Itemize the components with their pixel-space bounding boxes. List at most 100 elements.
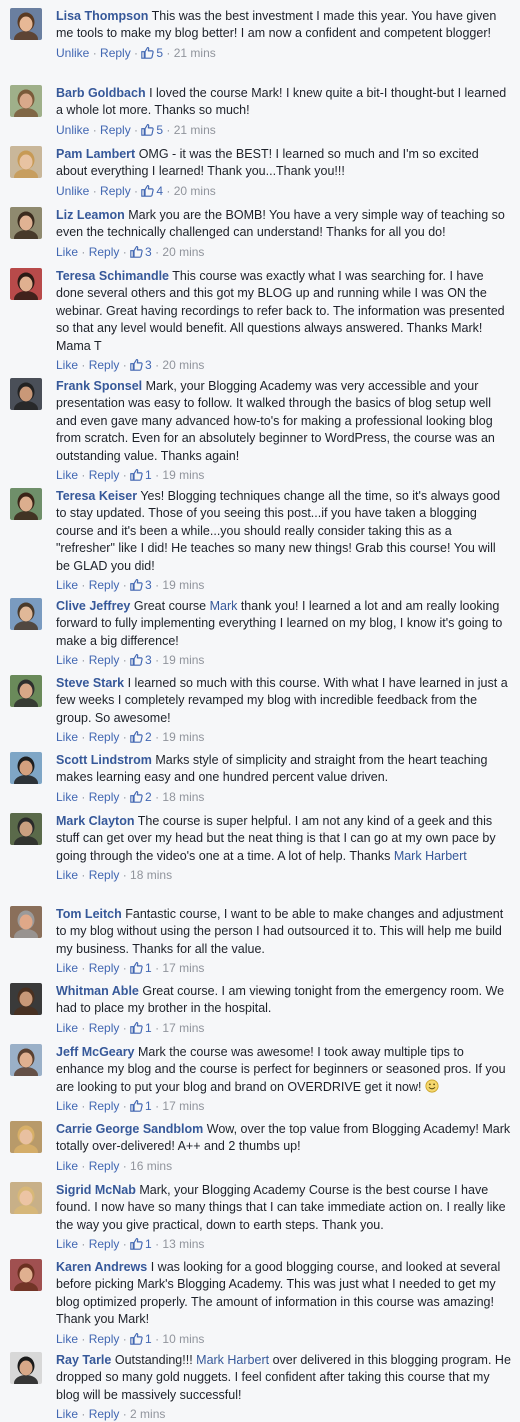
comment-author[interactable]: Tom Leitch — [56, 907, 122, 921]
avatar[interactable] — [10, 488, 42, 520]
avatar[interactable] — [10, 85, 42, 117]
like-button[interactable]: Like — [56, 1237, 78, 1251]
mention-link[interactable]: Mark Harbert — [394, 849, 467, 863]
like-button[interactable]: Like — [56, 730, 78, 744]
comment-author[interactable]: Jeff McGeary — [56, 1045, 135, 1059]
avatar[interactable] — [10, 1182, 42, 1214]
comment-timestamp[interactable]: 19 mins — [162, 468, 204, 482]
mention-link[interactable]: Mark — [210, 599, 238, 613]
comment-author[interactable]: Barb Goldbach — [56, 86, 146, 100]
avatar[interactable] — [10, 675, 42, 707]
avatar[interactable] — [10, 207, 42, 239]
like-button[interactable]: Like — [56, 868, 78, 882]
comment-author[interactable]: Steve Stark — [56, 676, 124, 690]
comment-timestamp[interactable]: 18 mins — [130, 868, 172, 882]
comment-timestamp[interactable]: 20 mins — [162, 245, 204, 259]
comment-author[interactable]: Sigrid McNab — [56, 1183, 136, 1197]
like-count[interactable]: 1 — [130, 961, 152, 975]
reply-button[interactable]: Reply — [89, 358, 120, 372]
comment-timestamp[interactable]: 10 mins — [162, 1332, 204, 1346]
comment-author[interactable]: Scott Lindstrom — [56, 753, 152, 767]
like-count[interactable]: 1 — [130, 468, 152, 482]
like-button[interactable]: Like — [56, 1099, 78, 1113]
comment-author[interactable]: Lisa Thompson — [56, 9, 148, 23]
like-count[interactable]: 3 — [130, 245, 152, 259]
avatar[interactable] — [10, 813, 42, 845]
unlike-button[interactable]: Unlike — [56, 184, 89, 198]
comment-timestamp[interactable]: 19 mins — [162, 578, 204, 592]
comment-author[interactable]: Ray Tarle — [56, 1353, 111, 1367]
reply-button[interactable]: Reply — [89, 961, 120, 975]
reply-button[interactable]: Reply — [89, 868, 120, 882]
reply-button[interactable]: Reply — [89, 1021, 120, 1035]
comment-timestamp[interactable]: 16 mins — [130, 1159, 172, 1173]
comment-timestamp[interactable]: 20 mins — [162, 358, 204, 372]
avatar[interactable] — [10, 378, 42, 410]
comment-author[interactable]: Liz Leamon — [56, 208, 125, 222]
reply-button[interactable]: Reply — [89, 653, 120, 667]
like-count[interactable]: 1 — [130, 1021, 152, 1035]
reply-button[interactable]: Reply — [89, 1237, 120, 1251]
like-button[interactable]: Like — [56, 358, 78, 372]
like-button[interactable]: Like — [56, 790, 78, 804]
reply-button[interactable]: Reply — [89, 1407, 120, 1421]
comment-author[interactable]: Carrie George Sandblom — [56, 1122, 203, 1136]
like-count[interactable]: 2 — [130, 730, 152, 744]
like-button[interactable]: Like — [56, 1159, 78, 1173]
comment-timestamp[interactable]: 21 mins — [174, 46, 216, 60]
reply-button[interactable]: Reply — [89, 1099, 120, 1113]
comment-author[interactable]: Clive Jeffrey — [56, 599, 130, 613]
avatar[interactable] — [10, 752, 42, 784]
unlike-button[interactable]: Unlike — [56, 123, 89, 137]
like-count[interactable]: 1 — [130, 1237, 152, 1251]
reply-button[interactable]: Reply — [89, 245, 120, 259]
like-button[interactable]: Like — [56, 245, 78, 259]
like-count[interactable]: 2 — [130, 790, 152, 804]
reply-button[interactable]: Reply — [100, 46, 131, 60]
unlike-button[interactable]: Unlike — [56, 46, 89, 60]
like-count[interactable]: 5 — [141, 46, 163, 60]
comment-timestamp[interactable]: 20 mins — [174, 184, 216, 198]
avatar[interactable] — [10, 1259, 42, 1291]
avatar[interactable] — [10, 268, 42, 300]
like-button[interactable]: Like — [56, 961, 78, 975]
avatar[interactable] — [10, 146, 42, 178]
like-count[interactable]: 3 — [130, 653, 152, 667]
reply-button[interactable]: Reply — [89, 730, 120, 744]
reply-button[interactable]: Reply — [89, 1332, 120, 1346]
comment-timestamp[interactable]: 2 mins — [130, 1407, 165, 1421]
comment-timestamp[interactable]: 13 mins — [162, 1237, 204, 1251]
reply-button[interactable]: Reply — [100, 184, 131, 198]
comment-author[interactable]: Mark Clayton — [56, 814, 135, 828]
like-button[interactable]: Like — [56, 1407, 78, 1421]
avatar[interactable] — [10, 598, 42, 630]
like-button[interactable]: Like — [56, 1332, 78, 1346]
like-count[interactable]: 5 — [141, 123, 163, 137]
avatar[interactable] — [10, 1121, 42, 1153]
comment-author[interactable]: Teresa Keiser — [56, 489, 137, 503]
like-button[interactable]: Like — [56, 1021, 78, 1035]
like-count[interactable]: 3 — [130, 358, 152, 372]
avatar[interactable] — [10, 983, 42, 1015]
comment-author[interactable]: Karen Andrews — [56, 1260, 147, 1274]
comment-timestamp[interactable]: 19 mins — [162, 653, 204, 667]
avatar[interactable] — [10, 8, 42, 40]
like-button[interactable]: Like — [56, 578, 78, 592]
like-button[interactable]: Like — [56, 653, 78, 667]
comment-timestamp[interactable]: 19 mins — [162, 730, 204, 744]
comment-timestamp[interactable]: 17 mins — [162, 961, 204, 975]
comment-author[interactable]: Teresa Schimandle — [56, 269, 169, 283]
comment-timestamp[interactable]: 17 mins — [162, 1099, 204, 1113]
comment-timestamp[interactable]: 21 mins — [174, 123, 216, 137]
comment-timestamp[interactable]: 18 mins — [162, 790, 204, 804]
mention-link[interactable]: Mark Harbert — [196, 1353, 269, 1367]
like-count[interactable]: 1 — [130, 1332, 152, 1346]
comment-author[interactable]: Frank Sponsel — [56, 379, 142, 393]
reply-button[interactable]: Reply — [89, 468, 120, 482]
like-count[interactable]: 1 — [130, 1099, 152, 1113]
avatar[interactable] — [10, 1352, 42, 1384]
like-count[interactable]: 4 — [141, 184, 163, 198]
comment-author[interactable]: Pam Lambert — [56, 147, 135, 161]
reply-button[interactable]: Reply — [89, 790, 120, 804]
like-count[interactable]: 3 — [130, 578, 152, 592]
